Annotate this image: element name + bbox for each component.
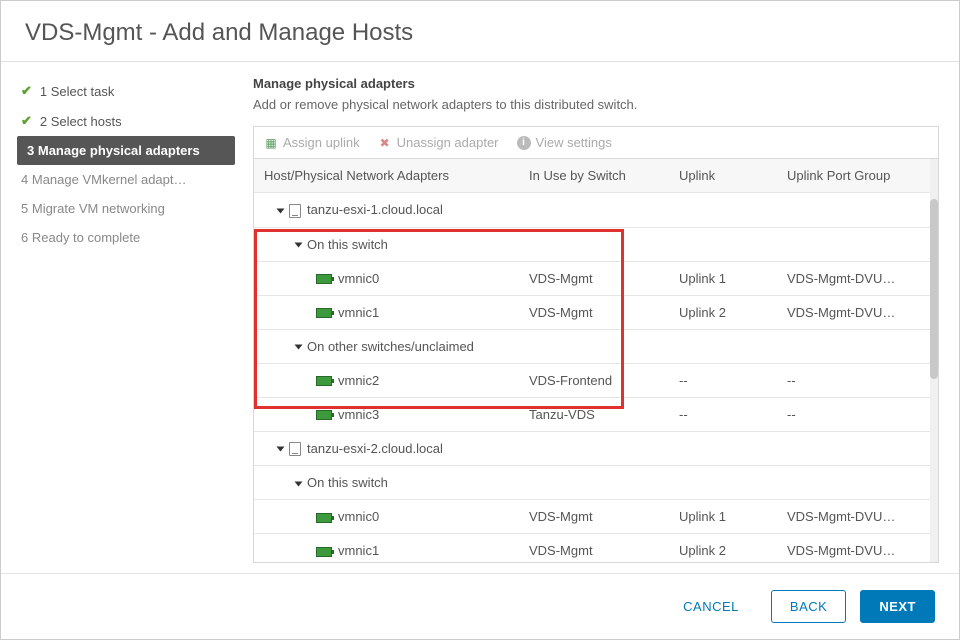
col-uplink[interactable]: Uplink xyxy=(669,159,777,192)
nic-icon xyxy=(316,513,332,523)
chevron-down-icon[interactable] xyxy=(277,208,285,213)
host-icon xyxy=(289,204,301,218)
chevron-down-icon[interactable] xyxy=(295,481,303,486)
nic-row[interactable]: vmnic0 VDS-MgmtUplink 1VDS-Mgmt-DVU… xyxy=(254,500,930,534)
assign-uplink-button[interactable]: ▦ Assign uplink xyxy=(264,135,360,150)
next-button[interactable]: NEXT xyxy=(860,590,935,623)
dialog-content: ✔ 1 Select task ✔ 2 Select hosts 3 Manag… xyxy=(1,62,959,573)
step-ready-to-complete[interactable]: 6 Ready to complete xyxy=(1,223,243,252)
dialog-title: VDS-Mgmt - Add and Manage Hosts xyxy=(1,1,959,62)
nic-row[interactable]: vmnic1 VDS-MgmtUplink 2VDS-Mgmt-DVU… xyxy=(254,534,930,562)
back-button[interactable]: BACK xyxy=(771,590,846,623)
nic-row[interactable]: vmnic3 Tanzu-VDS---- xyxy=(254,398,930,432)
section-description: Add or remove physical network adapters … xyxy=(253,97,939,112)
nic-icon xyxy=(316,376,332,386)
info-icon: i xyxy=(517,136,531,150)
dialog-footer: CANCEL BACK NEXT xyxy=(1,573,959,639)
step-migrate-vm-networking[interactable]: 5 Migrate VM networking xyxy=(1,194,243,223)
col-uplink-port-group[interactable]: Uplink Port Group xyxy=(777,159,930,192)
cancel-button[interactable]: CANCEL xyxy=(665,590,757,623)
nic-icon xyxy=(316,308,332,318)
nic-icon xyxy=(316,274,332,284)
main-panel: Manage physical adapters Add or remove p… xyxy=(243,62,959,573)
step-manage-physical-adapters[interactable]: 3 Manage physical adapters xyxy=(17,136,235,165)
table-header: Host/Physical Network Adapters In Use by… xyxy=(254,159,930,193)
unassign-adapter-button[interactable]: ✖ Unassign adapter xyxy=(378,135,499,150)
assign-uplink-icon: ▦ xyxy=(264,136,278,150)
view-settings-button[interactable]: i View settings xyxy=(517,135,612,150)
section-heading: Manage physical adapters xyxy=(253,76,939,91)
wizard-steps: ✔ 1 Select task ✔ 2 Select hosts 3 Manag… xyxy=(1,62,243,573)
unassign-icon: ✖ xyxy=(378,136,392,150)
group-row[interactable]: On other switches/unclaimed xyxy=(254,330,930,364)
check-icon: ✔ xyxy=(21,83,32,99)
wizard-dialog: VDS-Mgmt - Add and Manage Hosts ✔ 1 Sele… xyxy=(0,0,960,640)
chevron-down-icon[interactable] xyxy=(277,447,285,452)
nic-icon xyxy=(316,410,332,420)
nic-icon xyxy=(316,547,332,557)
host-row[interactable]: tanzu-esxi-1.cloud.local xyxy=(254,193,930,228)
step-select-hosts[interactable]: ✔ 2 Select hosts xyxy=(1,106,243,136)
nic-row[interactable]: vmnic2 VDS-Frontend---- xyxy=(254,364,930,398)
nic-row[interactable]: vmnic0 VDS-MgmtUplink 1VDS-Mgmt-DVU… xyxy=(254,262,930,296)
nic-row[interactable]: vmnic1 VDS-MgmtUplink 2VDS-Mgmt-DVU… xyxy=(254,296,930,330)
check-icon: ✔ xyxy=(21,113,32,129)
adapters-table: Host/Physical Network Adapters In Use by… xyxy=(253,158,939,563)
group-row[interactable]: On this switch xyxy=(254,466,930,500)
chevron-down-icon[interactable] xyxy=(295,243,303,248)
step-select-task[interactable]: ✔ 1 Select task xyxy=(1,76,243,106)
step-manage-vmkernel[interactable]: 4 Manage VMkernel adapt… xyxy=(1,165,243,194)
col-host-adapters[interactable]: Host/Physical Network Adapters xyxy=(254,159,519,192)
host-row[interactable]: tanzu-esxi-2.cloud.local xyxy=(254,432,930,467)
toolbar: ▦ Assign uplink ✖ Unassign adapter i Vie… xyxy=(253,126,939,158)
col-in-use[interactable]: In Use by Switch xyxy=(519,159,669,192)
scrollbar[interactable] xyxy=(930,159,938,562)
host-icon xyxy=(289,442,301,456)
scrollbar-thumb[interactable] xyxy=(930,199,938,379)
chevron-down-icon[interactable] xyxy=(295,345,303,350)
table-scroll[interactable]: Host/Physical Network Adapters In Use by… xyxy=(254,159,930,562)
group-row[interactable]: On this switch xyxy=(254,228,930,262)
